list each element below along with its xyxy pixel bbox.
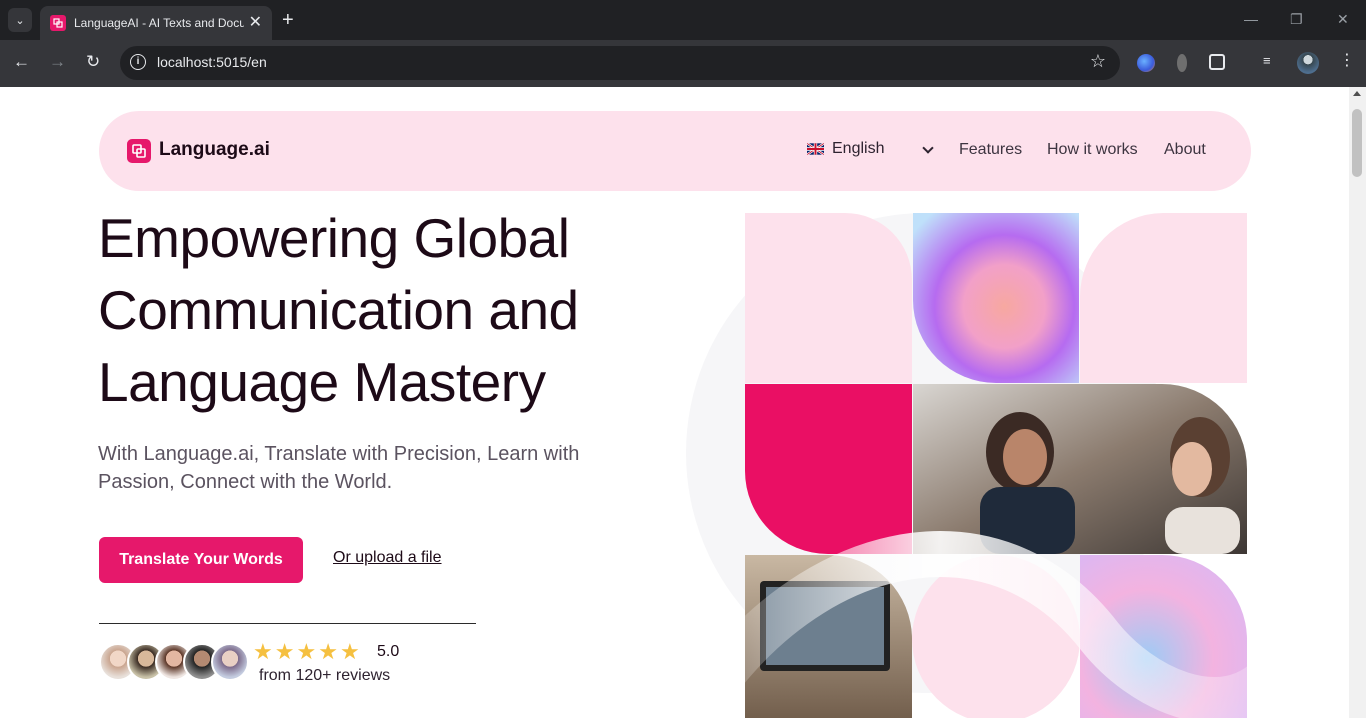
browser-tab-strip: ⌄ LanguageAI - AI Texts and Docu ✕ + — ❐…: [0, 0, 1366, 40]
hero-image-collage: [680, 207, 1270, 718]
tab-close-icon[interactable]: ✕: [249, 15, 262, 31]
scroll-up-arrow-icon[interactable]: [1353, 91, 1361, 96]
browser-menu-icon[interactable]: ⋮: [1339, 50, 1355, 69]
star-icon: ★: [253, 639, 273, 664]
forward-icon[interactable]: →: [49, 52, 66, 72]
new-tab-button[interactable]: +: [282, 9, 294, 31]
translate-button[interactable]: Translate Your Words: [99, 537, 303, 583]
hero-title: Empowering Global Communication and Lang…: [98, 207, 579, 413]
extension-icon[interactable]: [1177, 54, 1187, 72]
site-navbar: Language.ai English Features How it work…: [99, 111, 1251, 191]
logo-icon[interactable]: [127, 139, 151, 163]
star-icon: ★: [318, 639, 338, 664]
scroll-thumb[interactable]: [1352, 109, 1362, 177]
profile-avatar[interactable]: [1297, 52, 1319, 74]
restore-icon[interactable]: ❐: [1290, 11, 1303, 28]
page-viewport: Language.ai English Features How it work…: [0, 87, 1349, 718]
back-icon[interactable]: ←: [13, 52, 30, 72]
logo-text[interactable]: Language.ai: [159, 139, 270, 161]
nav-link-features[interactable]: Features: [959, 141, 1022, 159]
bookmark-star-icon[interactable]: ☆: [1090, 51, 1106, 72]
reviewer-avatars: [99, 643, 251, 685]
language-select[interactable]: English: [807, 140, 884, 158]
rating-stars: ★ ★ ★ ★ ★: [253, 640, 362, 664]
language-label: English: [832, 140, 885, 157]
url-text[interactable]: localhost:5015/en: [157, 54, 267, 70]
close-window-icon[interactable]: ✕: [1337, 11, 1349, 28]
media-controls-icon[interactable]: ≡: [1263, 53, 1279, 68]
tab-search-button[interactable]: ⌄: [8, 8, 32, 32]
favicon-icon: [50, 15, 66, 31]
collage-graphic: [697, 213, 1270, 718]
reviews-count: from 120+ reviews: [259, 667, 391, 684]
nav-link-how-it-works[interactable]: How it works: [1047, 141, 1138, 159]
star-icon: ★: [274, 639, 295, 664]
avatar: [211, 643, 249, 681]
star-icon: ★: [296, 639, 317, 664]
chevron-down-icon[interactable]: [922, 142, 934, 154]
site-info-icon[interactable]: i: [130, 54, 146, 70]
rating-value: 5.0: [377, 643, 400, 660]
address-bar[interactable]: i localhost:5015/en ☆: [120, 46, 1120, 80]
extension-icon[interactable]: [1137, 54, 1155, 72]
divider: [99, 623, 476, 624]
browser-toolbar: ← → ↻ i localhost:5015/en ☆ ≡ ⋮: [0, 40, 1366, 87]
upload-file-link[interactable]: Or upload a file: [333, 549, 442, 567]
nav-link-about[interactable]: About: [1164, 141, 1206, 159]
tab-title: LanguageAI - AI Texts and Docu: [74, 16, 244, 30]
browser-tab[interactable]: LanguageAI - AI Texts and Docu ✕: [40, 6, 272, 40]
uk-flag-icon: [807, 143, 824, 155]
page-scrollbar[interactable]: [1349, 87, 1366, 718]
star-icon: ★: [339, 639, 360, 664]
hero-subtitle: With Language.ai, Translate with Precisi…: [98, 443, 580, 493]
extensions-puzzle-icon[interactable]: [1209, 54, 1225, 70]
minimize-icon[interactable]: —: [1244, 11, 1258, 27]
reload-icon[interactable]: ↻: [86, 52, 100, 72]
